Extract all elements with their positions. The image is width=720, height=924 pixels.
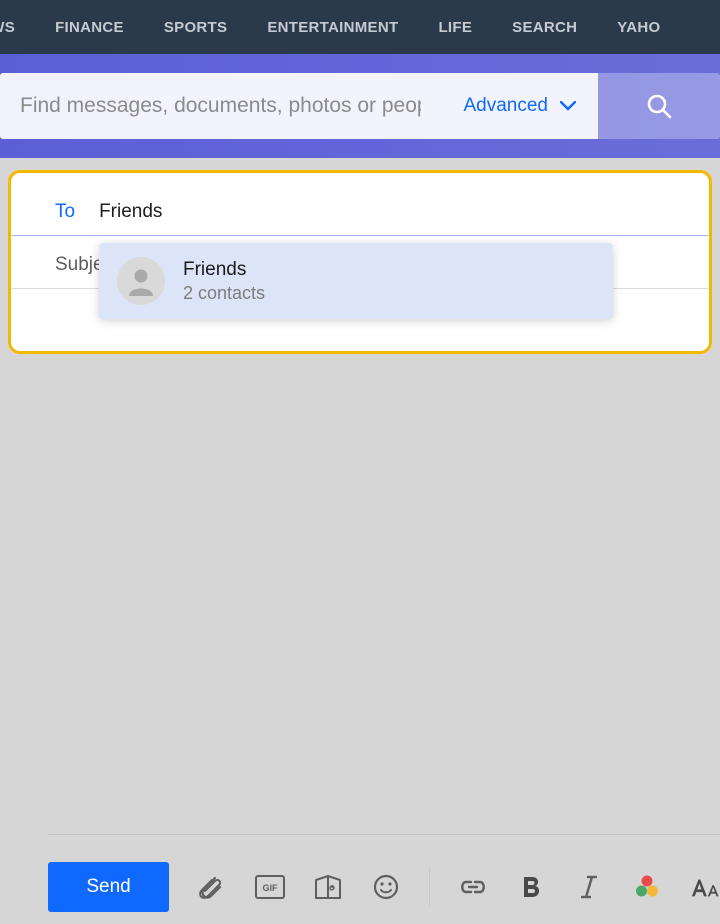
chevron-down-icon — [560, 101, 576, 111]
suggestion-title: Friends — [183, 258, 265, 282]
nav-item-search[interactable]: SEARCH — [512, 19, 577, 36]
nav-item-finance[interactable]: FINANCE — [55, 19, 124, 36]
compose-toolbar: Send GIF — [48, 834, 720, 924]
nav-item-news[interactable]: EWS — [0, 19, 15, 36]
nav-item-entertainment[interactable]: ENTERTAINMENT — [267, 19, 398, 36]
gif-icon[interactable]: GIF — [255, 872, 285, 902]
to-field-row[interactable]: To Friends — [11, 201, 709, 236]
send-button[interactable]: Send — [48, 862, 169, 912]
top-navbar: EWS FINANCE SPORTS ENTERTAINMENT LIFE SE… — [0, 0, 720, 54]
search-button[interactable] — [598, 73, 720, 139]
nav-item-life[interactable]: LIFE — [438, 19, 472, 36]
link-icon[interactable] — [458, 872, 488, 902]
suggestion-text: Friends 2 contacts — [183, 258, 265, 304]
search-icon — [645, 92, 673, 120]
subject-label: Subje — [55, 254, 104, 276]
attachment-icon[interactable] — [197, 872, 227, 902]
to-label: To — [55, 201, 75, 223]
contact-suggestion[interactable]: Friends 2 contacts — [99, 243, 613, 319]
svg-text:GIF: GIF — [263, 883, 279, 893]
person-icon — [124, 264, 158, 298]
compose-panel: To Friends Subje Friends 2 contacts — [8, 170, 712, 354]
compose-body-area[interactable] — [0, 356, 720, 850]
color-icon[interactable] — [632, 872, 662, 902]
toolbar-icons-right — [458, 872, 720, 902]
toolbar-icons-left: GIF — [197, 872, 401, 902]
advanced-search-toggle[interactable]: Advanced — [441, 73, 598, 139]
card-icon[interactable] — [313, 872, 343, 902]
suggestion-subtitle: 2 contacts — [183, 282, 265, 305]
search-bar: Advanced — [0, 54, 720, 158]
bold-icon[interactable] — [516, 872, 546, 902]
emoji-icon[interactable] — [371, 872, 401, 902]
nav-item-yahoo[interactable]: YAHO — [617, 19, 660, 36]
toolbar-separator — [429, 868, 430, 906]
search-input[interactable] — [0, 73, 441, 139]
advanced-label: Advanced — [463, 95, 548, 117]
font-size-icon[interactable] — [690, 872, 720, 902]
to-value: Friends — [99, 201, 162, 223]
nav-item-sports[interactable]: SPORTS — [164, 19, 227, 36]
italic-icon[interactable] — [574, 872, 604, 902]
avatar — [117, 257, 165, 305]
